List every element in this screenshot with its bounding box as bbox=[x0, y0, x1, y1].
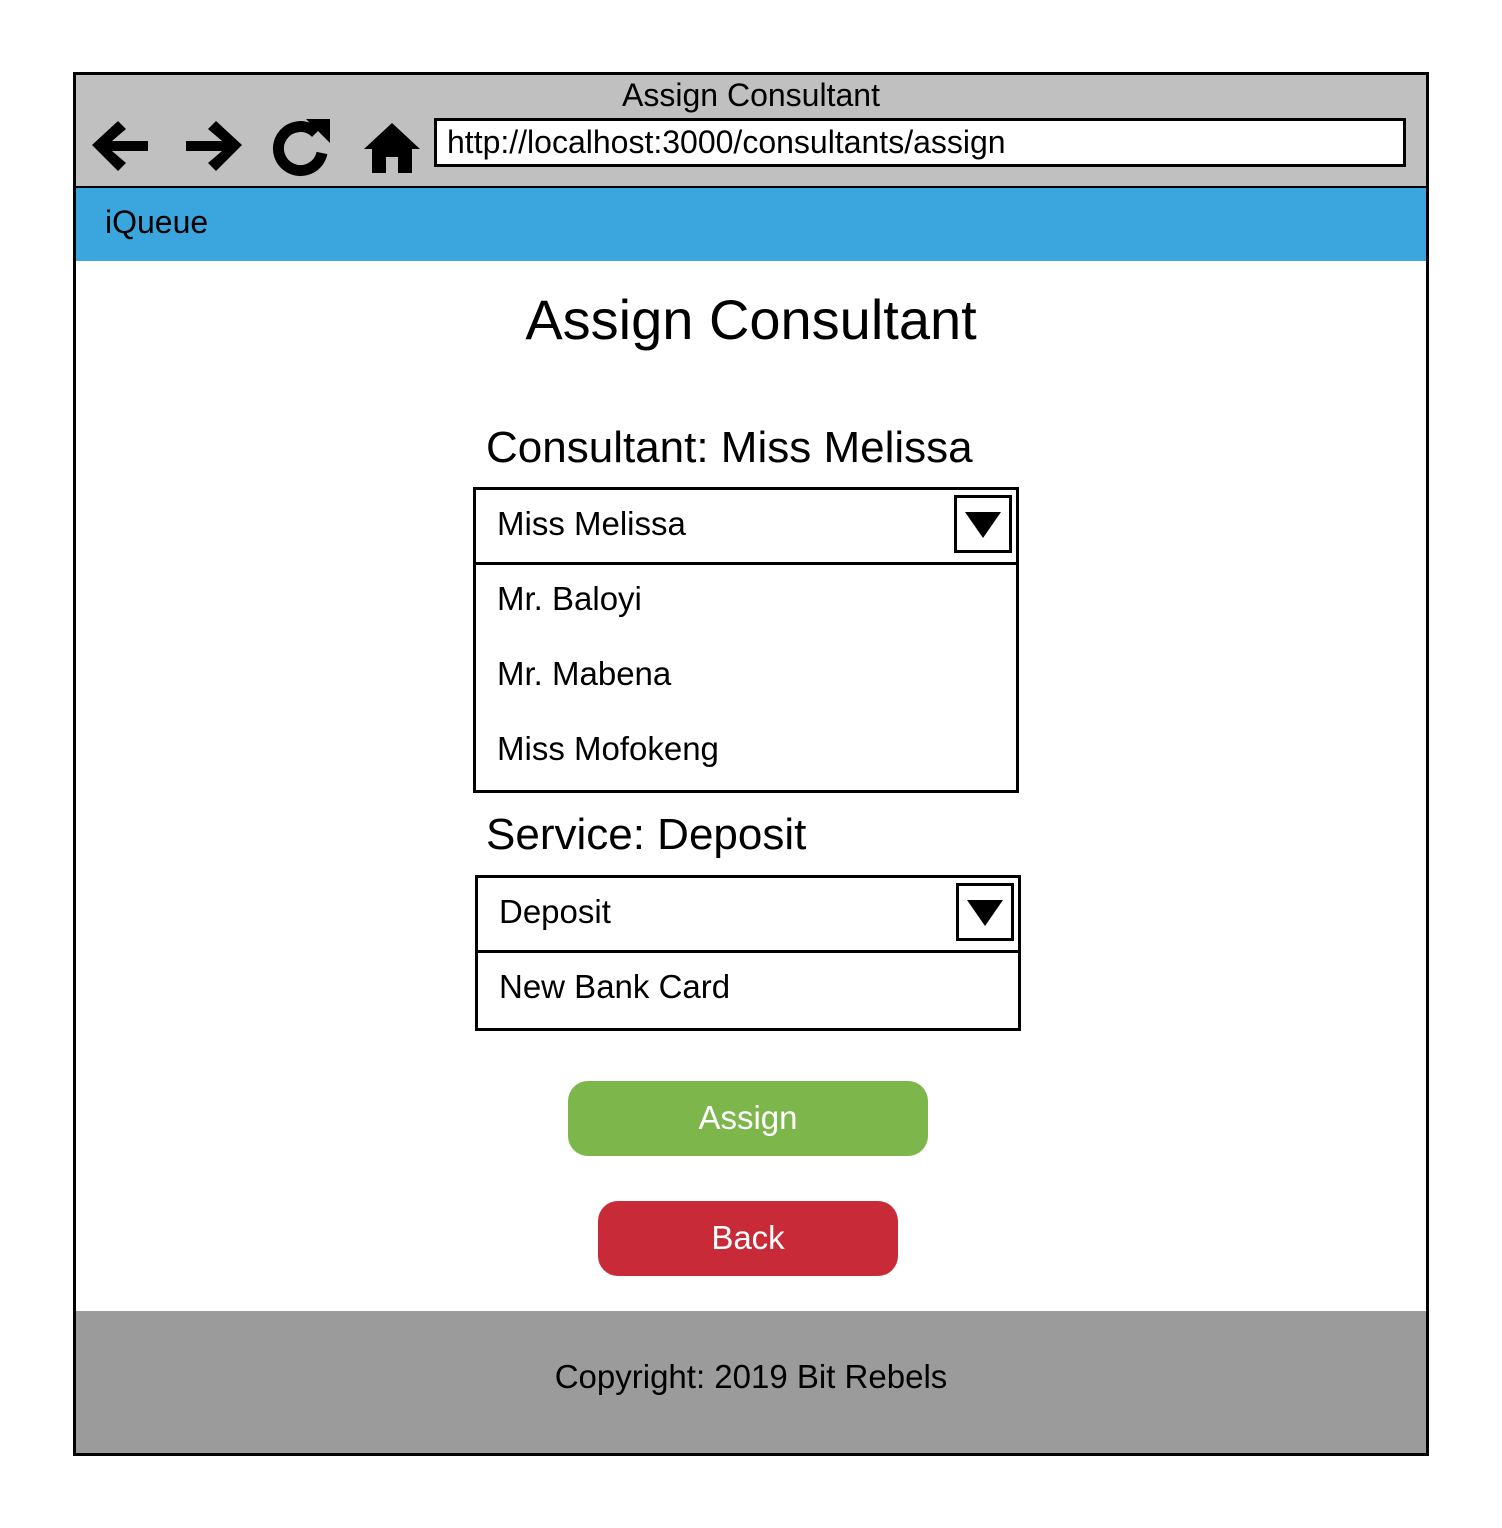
back-button[interactable]: Back bbox=[598, 1201, 898, 1276]
dropdown-arrow-icon[interactable] bbox=[956, 883, 1014, 941]
url-bar[interactable]: http://localhost:3000/consultants/assign bbox=[434, 118, 1406, 167]
consultant-option[interactable]: Mr. Mabena bbox=[476, 640, 1016, 715]
reload-icon[interactable] bbox=[266, 113, 336, 177]
dropdown-arrow-icon[interactable] bbox=[954, 495, 1012, 553]
url-text: http://localhost:3000/consultants/assign bbox=[447, 124, 1006, 160]
consultant-select-current[interactable]: Miss Melissa bbox=[476, 490, 1016, 565]
service-option-label: New Bank Card bbox=[499, 968, 731, 1005]
consultant-option-label: Mr. Mabena bbox=[497, 655, 672, 692]
consultant-option[interactable]: Mr. Baloyi bbox=[476, 565, 1016, 640]
consultant-option[interactable]: Miss Mofokeng bbox=[476, 715, 1016, 790]
service-select-current[interactable]: Deposit bbox=[478, 878, 1018, 953]
copyright-text: Copyright: 2019 Bit Rebels bbox=[554, 1358, 948, 1395]
brand-link[interactable]: iQueue bbox=[105, 202, 208, 242]
window-title: Assign Consultant bbox=[622, 77, 880, 113]
assign-button[interactable]: Assign bbox=[568, 1081, 928, 1156]
service-option[interactable]: New Bank Card bbox=[478, 953, 1018, 1028]
consultant-option-label: Miss Mofokeng bbox=[497, 730, 719, 767]
forward-arrow-icon[interactable] bbox=[180, 113, 250, 177]
consultant-select[interactable]: Miss Melissa Mr. Baloyi Mr. Mabena Miss … bbox=[473, 487, 1019, 793]
back-arrow-icon[interactable] bbox=[84, 113, 154, 177]
service-select[interactable]: Deposit New Bank Card bbox=[475, 875, 1021, 1031]
browser-window: Assign Consultant http://localhost:3000/… bbox=[73, 72, 1429, 1456]
consultant-selected-value: Miss Melissa bbox=[497, 505, 686, 542]
consultant-option-label: Mr. Baloyi bbox=[497, 580, 642, 617]
service-label: Service: Deposit bbox=[486, 810, 807, 859]
app-navbar: iQueue bbox=[76, 188, 1426, 261]
consultant-label: Consultant: Miss Melissa bbox=[486, 423, 973, 472]
browser-toolbar: Assign Consultant http://localhost:3000/… bbox=[76, 75, 1426, 188]
service-selected-value: Deposit bbox=[499, 893, 611, 930]
footer: Copyright: 2019 Bit Rebels bbox=[76, 1311, 1426, 1453]
page-title: Assign Consultant bbox=[525, 288, 977, 351]
home-icon[interactable] bbox=[356, 113, 426, 177]
